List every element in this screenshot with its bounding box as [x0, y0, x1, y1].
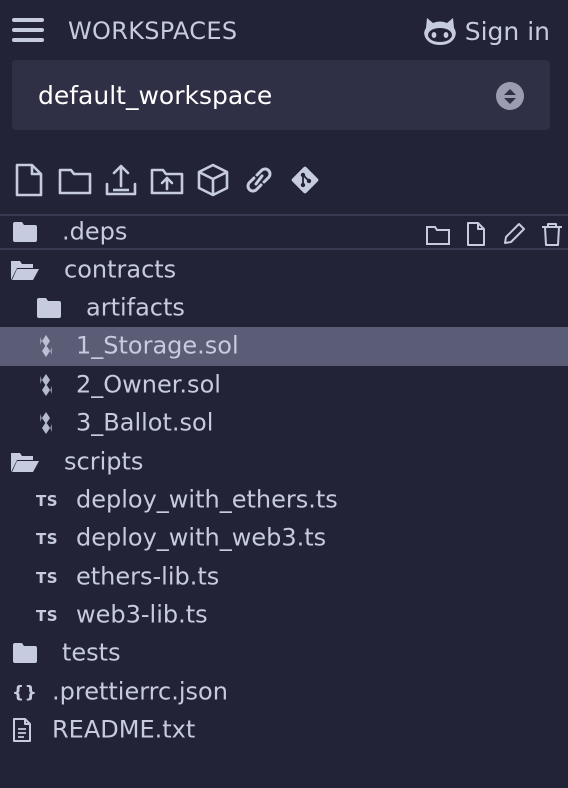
file-explorer-toolbar: [10, 160, 324, 200]
tree-item-deps[interactable]: .deps: [0, 214, 568, 251]
workspace-select-value: default_workspace: [38, 81, 273, 110]
tree-item-label: scripts: [64, 446, 144, 475]
tree-item-1-storage-sol[interactable]: 1_Storage.sol: [0, 327, 568, 366]
sign-in-button[interactable]: Sign in: [423, 16, 550, 46]
new-file-icon[interactable]: [10, 160, 48, 200]
publish-gist-icon[interactable]: [102, 160, 140, 200]
link-icon[interactable]: [240, 160, 278, 200]
tree-item-contracts[interactable]: contracts: [0, 250, 568, 288]
tree-item-label: 1_Storage.sol: [76, 331, 239, 360]
workspaces-title: WORKSPACES: [68, 17, 238, 45]
folder-icon: [36, 297, 62, 319]
github-icon: [423, 18, 456, 45]
new-folder-action-icon[interactable]: [424, 220, 452, 248]
solidity-icon: [36, 373, 56, 397]
typescript-icon: TS: [36, 530, 59, 549]
folder-icon: [12, 642, 38, 664]
tree-item-label: artifacts: [86, 293, 185, 322]
tree-item-ethers-lib[interactable]: TS ethers-lib.ts: [0, 558, 568, 596]
new-file-action-icon[interactable]: [462, 220, 490, 248]
tree-item-web3-lib[interactable]: TS web3-lib.ts: [0, 596, 568, 634]
sign-in-label: Sign in: [464, 16, 550, 46]
tree-item-label: README.txt: [52, 715, 196, 744]
rename-pencil-icon[interactable]: [500, 220, 528, 248]
upload-file-icon[interactable]: [148, 160, 186, 200]
tree-item-label: 3_Ballot.sol: [76, 408, 214, 437]
folder-open-icon: [10, 451, 40, 473]
folder-actions: [424, 220, 566, 248]
tree-item-deploy-with-web3[interactable]: TS deploy_with_web3.ts: [0, 519, 568, 557]
select-arrows-icon: [496, 82, 524, 110]
workspace-select[interactable]: default_workspace: [12, 60, 550, 130]
hamburger-menu-icon[interactable]: [12, 18, 44, 44]
new-folder-icon[interactable]: [56, 160, 94, 200]
tree-item-tests[interactable]: tests: [0, 634, 568, 672]
tree-item-deploy-with-ethers[interactable]: TS deploy_with_ethers.ts: [0, 481, 568, 519]
tree-item-label: web3-lib.ts: [76, 600, 208, 629]
folder-icon: [12, 221, 38, 243]
text-file-icon: [12, 718, 32, 743]
tree-item-label: contracts: [64, 255, 177, 284]
delete-trash-icon[interactable]: [538, 220, 566, 248]
tree-item-artifacts[interactable]: artifacts: [0, 289, 568, 327]
tree-item-readme[interactable]: README.txt: [0, 711, 568, 749]
tree-item-label: .deps: [62, 217, 128, 246]
tree-item-label: .prettierrc.json: [52, 677, 228, 706]
typescript-icon: TS: [36, 568, 59, 587]
tree-item-label: deploy_with_web3.ts: [76, 523, 327, 552]
json-braces-icon: {}: [12, 682, 38, 703]
tree-item-label: deploy_with_ethers.ts: [76, 485, 338, 514]
tree-item-scripts[interactable]: scripts: [0, 442, 568, 480]
tree-item-3-ballot-sol[interactable]: 3_Ballot.sol: [0, 404, 568, 442]
solidity-icon: [36, 411, 56, 435]
solidity-icon: [36, 334, 56, 358]
git-icon[interactable]: [286, 160, 324, 200]
tree-item-2-owner-sol[interactable]: 2_Owner.sol: [0, 366, 568, 404]
folder-open-icon: [10, 259, 40, 281]
tree-item-label: ethers-lib.ts: [76, 562, 220, 591]
tree-item-label: tests: [62, 638, 121, 667]
tree-item-prettierrc[interactable]: {} .prettierrc.json: [0, 673, 568, 711]
typescript-icon: TS: [36, 606, 59, 625]
ipfs-cube-icon[interactable]: [194, 160, 232, 200]
tree-item-label: 2_Owner.sol: [76, 370, 221, 399]
file-tree: .deps contracts artifacts 1_Storage.sol …: [0, 214, 568, 749]
typescript-icon: TS: [36, 491, 59, 510]
workspaces-header: WORKSPACES Sign in: [0, 0, 568, 62]
